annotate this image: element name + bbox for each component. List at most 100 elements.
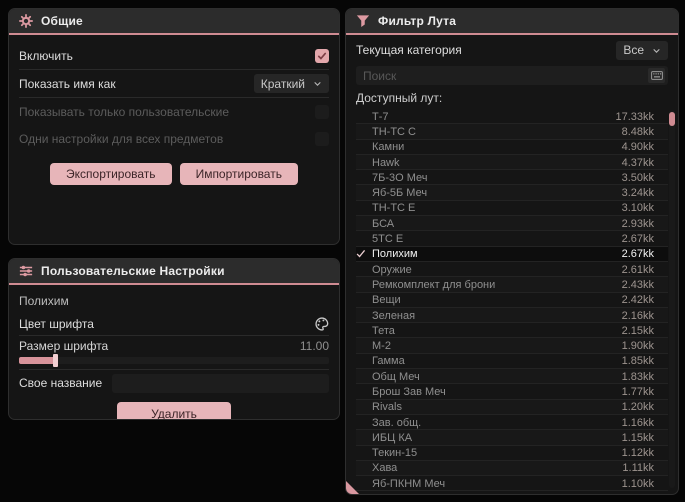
loot-item-value: 1.90kk xyxy=(621,340,654,353)
loot-item-name: ТН-ТС Е xyxy=(372,202,416,215)
only-custom-checkbox[interactable] xyxy=(315,104,329,119)
loot-item-row[interactable]: Полихим 2.67kk xyxy=(356,246,668,262)
header-accent-line xyxy=(9,283,339,285)
loot-item-value: 2.43kk xyxy=(621,278,654,291)
loot-item-value: 8.48kk xyxy=(621,125,654,138)
category-row: Текущая категория Все xyxy=(356,35,668,65)
sliders-icon xyxy=(19,264,33,278)
loot-item-value: 3.24kk xyxy=(621,187,654,200)
same-settings-checkbox[interactable] xyxy=(315,131,329,146)
loot-item-name: Зав. общ. xyxy=(372,416,422,429)
keyboard-icon[interactable] xyxy=(648,68,665,83)
loot-item-value: 1.77kk xyxy=(621,385,654,398)
window-general: Общие Включить Показать имя как Краткий … xyxy=(8,8,340,245)
loot-item-name: Яб-ПКНМ Меч xyxy=(372,477,446,490)
category-combo[interactable]: Все xyxy=(616,40,668,60)
font-size-label: Размер шрифта xyxy=(19,339,109,353)
loot-item-row[interactable]: Яб-ПКНМ Меч 1.10kk xyxy=(356,476,668,491)
loot-item-name: М-2 xyxy=(372,340,391,353)
loot-item-row[interactable]: ТН-ТС С 8.48kk xyxy=(356,124,668,140)
loot-item-row[interactable]: Т-7 17.33kk xyxy=(356,109,668,124)
loot-item-value: 2.42kk xyxy=(621,294,654,307)
loot-item-name: Оружие xyxy=(372,263,412,276)
slider-fill xyxy=(19,357,57,364)
loot-item-value: 1.10kk xyxy=(621,477,654,490)
same-settings-label: Одни настройки для всех предметов xyxy=(19,131,224,146)
loot-item-row[interactable]: Зеленая 2.16kk xyxy=(356,307,668,324)
window-custom-titlebar[interactable]: Пользовательские Настройки xyxy=(9,259,339,283)
loot-item-row[interactable]: Камни 4.90kk xyxy=(356,140,668,155)
loot-item-value: 2.67kk xyxy=(621,248,654,261)
check-icon xyxy=(356,249,372,259)
enable-label: Включить xyxy=(19,48,73,63)
enable-checkbox[interactable] xyxy=(315,48,329,63)
loot-item-row[interactable]: Оружие 2.61kk xyxy=(356,262,668,277)
name-display-combo[interactable]: Краткий xyxy=(253,74,329,93)
delete-button[interactable]: Удалить xyxy=(117,402,231,419)
window-custom-title: Пользовательские Настройки xyxy=(41,264,225,278)
loot-item-row[interactable]: ТН-ТС Е 3.10kk xyxy=(356,201,668,216)
loot-item-name: Полихим xyxy=(372,248,418,261)
loot-item-value: 1.85kk xyxy=(621,355,654,368)
loot-item-name: Гамма xyxy=(372,355,405,368)
loot-item-row[interactable]: Ремкомплект для брони 2.43kk xyxy=(356,277,668,293)
loot-item-value: 2.93kk xyxy=(621,217,654,230)
font-size-slider[interactable] xyxy=(19,354,329,367)
scrollbar-thumb[interactable] xyxy=(669,112,675,126)
custom-name-row: Свое название xyxy=(19,370,329,396)
name-display-combo-value: Краткий xyxy=(260,76,305,91)
loot-item-name: БСА xyxy=(372,217,395,230)
font-size-value: 11.00 xyxy=(299,339,329,353)
loot-item-row[interactable]: Зав. общ. 1.16kk xyxy=(356,415,668,430)
loot-item-row[interactable]: БСА 2.93kk xyxy=(356,216,668,232)
loot-item-name: Камни xyxy=(372,141,405,154)
loot-item-row[interactable]: Брош Зав Меч 1.77kk xyxy=(356,384,668,399)
category-combo-value: Все xyxy=(623,43,644,57)
loot-item-row[interactable]: Вещи 2.42kk xyxy=(356,293,668,308)
import-button[interactable]: Импортировать xyxy=(179,163,298,185)
loot-item-value: 3.10kk xyxy=(621,202,654,215)
search-input[interactable] xyxy=(356,66,668,85)
only-custom-label: Показывать только пользовательские xyxy=(19,104,229,119)
loot-item-value: 1.11kk xyxy=(622,462,654,475)
loot-item-value: 1.15kk xyxy=(621,431,654,444)
category-label: Текущая категория xyxy=(356,43,462,57)
custom-name-input[interactable] xyxy=(112,373,329,393)
slider-grab[interactable] xyxy=(53,354,58,367)
loot-item-name: Hawk xyxy=(372,156,400,169)
window-filter-titlebar[interactable]: Фильтр Лута xyxy=(346,9,678,33)
loot-item-name: Rivals xyxy=(372,401,402,414)
loot-item-value: 1.16kk xyxy=(621,416,654,429)
loot-item-name: Общ Меч xyxy=(372,370,420,383)
gear-icon xyxy=(19,14,33,28)
loot-item-row[interactable]: Хава 1.11kk xyxy=(356,460,668,477)
loot-item-value: 2.16kk xyxy=(621,309,654,322)
loot-item-row[interactable]: ИБЦ КА 1.15kk xyxy=(356,430,668,446)
export-button[interactable]: Экспортировать xyxy=(50,163,172,185)
scrollbar[interactable] xyxy=(669,110,675,488)
setting-row-enable: Включить xyxy=(19,42,329,69)
loot-item-row[interactable]: Яб-5Б Меч 3.24kk xyxy=(356,185,668,201)
resize-grip[interactable] xyxy=(346,481,359,494)
loot-item-row[interactable]: Текин-15 1.12kk xyxy=(356,446,668,461)
loot-item-name: Т-7 xyxy=(372,110,389,123)
loot-item-row[interactable]: Тета 2.15kk xyxy=(356,323,668,338)
loot-item-row[interactable]: Гамма 1.85kk xyxy=(356,354,668,369)
loot-item-row[interactable]: М-2 1.90kk xyxy=(356,338,668,354)
loot-item-row[interactable]: 5ТС Е 2.67kk xyxy=(356,231,668,246)
setting-row-same-settings: Одни настройки для всех предметов xyxy=(19,125,329,152)
header-accent-line xyxy=(9,33,339,35)
loot-item-value: 1.20kk xyxy=(621,401,654,414)
window-general-titlebar[interactable]: Общие xyxy=(9,9,339,33)
loot-item-value: 4.37kk xyxy=(621,156,654,169)
loot-item-value: 1.83kk xyxy=(621,370,654,383)
palette-icon[interactable] xyxy=(315,316,329,331)
loot-item-name: Вещи xyxy=(372,294,401,307)
loot-item-name: 7Б-3О Меч xyxy=(372,171,428,184)
loot-item-name: Тета xyxy=(372,324,395,337)
loot-item-row[interactable]: Hawk 4.37kk xyxy=(356,154,668,171)
loot-item-row[interactable]: Общ Меч 1.83kk xyxy=(356,369,668,385)
loot-item-row[interactable]: Rivals 1.20kk xyxy=(356,399,668,415)
window-filter-title: Фильтр Лута xyxy=(378,14,457,28)
loot-item-row[interactable]: 7Б-3О Меч 3.50kk xyxy=(356,170,668,185)
